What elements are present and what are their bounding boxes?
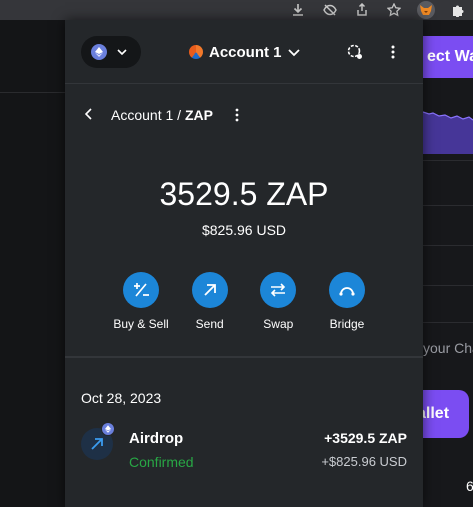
activity-title: Airdrop xyxy=(129,430,184,447)
browser-toolbar-icons xyxy=(289,0,473,20)
fox-icon[interactable] xyxy=(417,1,435,19)
bridge-button[interactable]: Bridge xyxy=(319,272,375,332)
star-icon[interactable] xyxy=(385,1,403,19)
breadcrumb-token: ZAP xyxy=(184,107,213,123)
breadcrumb-account: Account 1 / xyxy=(111,107,182,123)
activity-date: Oct 28, 2023 xyxy=(81,390,162,406)
activity-amount: +3529.5 ZAP xyxy=(324,430,407,446)
ethereum-badge-icon xyxy=(101,422,115,436)
background-divider xyxy=(0,92,65,93)
globe-icon xyxy=(347,44,362,59)
account-options-menu-icon[interactable] xyxy=(383,40,403,64)
connected-sites-button[interactable] xyxy=(345,42,365,62)
background-partial-text: your Cha xyxy=(423,340,473,356)
plus-minus-icon xyxy=(123,272,159,308)
background-left-panel xyxy=(0,20,65,507)
token-options-menu-icon[interactable] xyxy=(231,104,243,126)
send-label: Send xyxy=(195,317,224,331)
chevron-down-icon xyxy=(287,44,300,61)
swap-label: Swap xyxy=(263,317,294,331)
activity-list-item[interactable]: Airdrop Confirmed +3529.5 ZAP +$825.96 U… xyxy=(81,422,407,476)
token-fiat-balance: $825.96 USD xyxy=(201,222,287,238)
browser-toolbar xyxy=(0,0,473,20)
breadcrumb: Account 1 / ZAP xyxy=(84,104,213,126)
account-avatar xyxy=(189,45,203,59)
swap-button[interactable]: Swap xyxy=(250,272,306,332)
buy-sell-label: Buy & Sell xyxy=(113,317,169,331)
puzzle-icon[interactable] xyxy=(449,1,467,19)
eye-off-icon[interactable] xyxy=(321,1,339,19)
back-arrow-icon[interactable] xyxy=(84,107,99,123)
activity-status: Confirmed xyxy=(129,454,194,470)
action-buttons: Buy & Sell Send Swap Bridge xyxy=(113,272,375,332)
background-row-line xyxy=(423,205,473,206)
download-icon[interactable] xyxy=(289,1,307,19)
buy-sell-button[interactable]: Buy & Sell xyxy=(113,272,169,332)
bridge-label: Bridge xyxy=(329,317,365,331)
chevron-down-icon xyxy=(117,46,127,58)
ethereum-icon xyxy=(91,44,107,60)
background-row-line xyxy=(423,160,473,161)
background-row-line xyxy=(423,285,473,286)
token-balance: 3529.5 ZAP xyxy=(159,176,329,212)
breadcrumb-text: Account 1 / ZAP xyxy=(111,107,213,123)
swap-arrows-icon xyxy=(260,272,297,308)
activity-fiat-amount: +$825.96 USD xyxy=(321,454,407,469)
background-price-chart xyxy=(423,111,473,154)
popup-header: Account 1 xyxy=(65,20,423,84)
background-row-line xyxy=(423,245,473,246)
account-name: Account 1 xyxy=(209,43,282,61)
account-picker[interactable]: Account 1 xyxy=(189,40,300,64)
wallet-popup: Account 1 Account 1 / ZAP 3529.5 ZAP $82… xyxy=(65,20,423,507)
send-button[interactable]: Send xyxy=(182,272,238,332)
network-picker[interactable] xyxy=(81,36,141,68)
bridge-icon xyxy=(328,272,365,308)
background-corner-text: 6 xyxy=(466,478,473,494)
arrow-up-right-icon xyxy=(191,272,228,308)
background-row-line xyxy=(423,322,473,323)
section-divider xyxy=(65,356,423,358)
share-icon[interactable] xyxy=(353,1,371,19)
